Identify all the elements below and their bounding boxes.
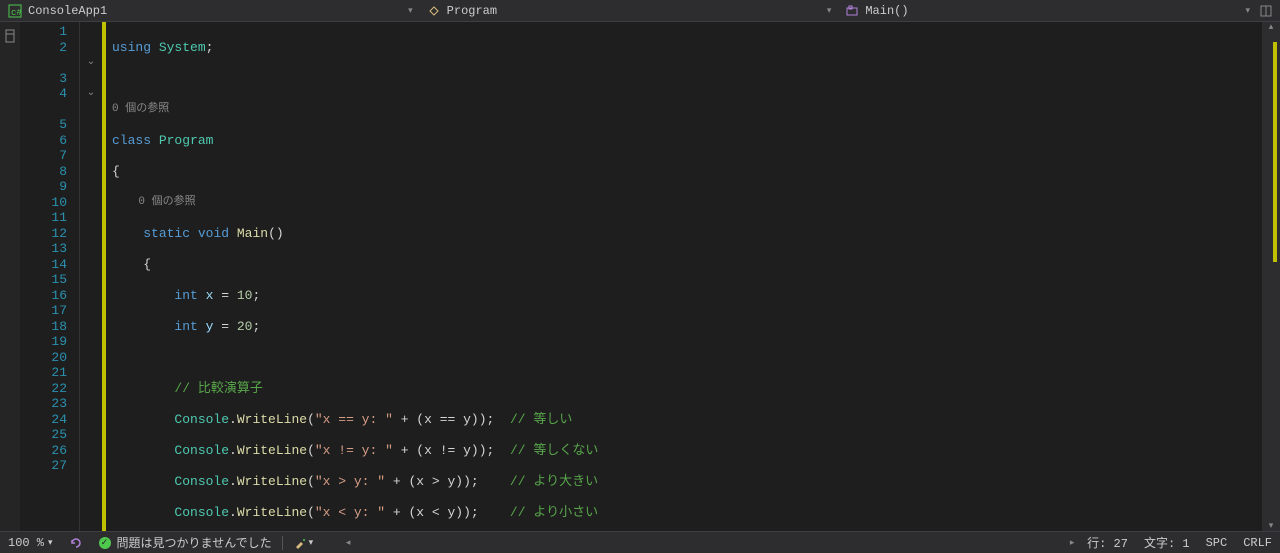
line-number: 17 [20, 303, 79, 319]
line-number-gutter: 1234567891011121314151617181920212223242… [20, 22, 80, 531]
class-icon [427, 4, 441, 18]
line-number: 10 [20, 195, 79, 211]
brush-icon[interactable]: ▾ [285, 532, 322, 553]
line-ending[interactable]: CRLF [1235, 532, 1280, 553]
breadcrumb-dropdown-icon[interactable]: ▾ [1239, 6, 1256, 16]
line-number: 4 [20, 86, 79, 102]
code-editor[interactable]: using System; 0 個の参照 class Program { 0 個… [106, 22, 1262, 531]
line-number: 9 [20, 179, 79, 195]
breadcrumb-method[interactable]: Main() [837, 0, 1239, 21]
line-number: 27 [20, 458, 79, 474]
line-number: 24 [20, 412, 79, 428]
error-status[interactable]: ✓ 問題は見つかりませんでした [91, 532, 280, 553]
scroll-down-icon[interactable]: ▾ [1262, 521, 1280, 531]
status-bar: 100 % ▾ ✓ 問題は見つかりませんでした ▾ ◂ ▸ 行: 27 文字: … [0, 531, 1280, 553]
line-number: 25 [20, 427, 79, 443]
breadcrumb-method-label: Main() [865, 4, 908, 18]
line-number: 15 [20, 272, 79, 288]
line-number [20, 102, 79, 118]
scroll-up-icon[interactable]: ▴ [1262, 22, 1280, 32]
line-number: 1 [20, 24, 79, 40]
line-number: 18 [20, 319, 79, 335]
line-number: 14 [20, 257, 79, 273]
breadcrumb-project[interactable]: c# ConsoleApp1 [0, 0, 402, 21]
line-number: 11 [20, 210, 79, 226]
line-number: 8 [20, 164, 79, 180]
line-number: 6 [20, 133, 79, 149]
line-number: 13 [20, 241, 79, 257]
line-number: 5 [20, 117, 79, 133]
cursor-line[interactable]: 行: 27 [1079, 532, 1136, 553]
csharp-project-icon: c# [8, 4, 22, 18]
breadcrumb-dropdown-icon[interactable]: ▾ [402, 6, 419, 16]
scrollbar-vertical[interactable]: ▴ ▾ [1262, 22, 1280, 531]
editor-main: 1234567891011121314151617181920212223242… [0, 22, 1280, 531]
breadcrumb-class-label: Program [447, 4, 497, 18]
fold-toggle-icon[interactable]: ⌄ [80, 55, 102, 71]
codelens-references[interactable]: 0 個の参照 [112, 102, 1262, 118]
split-window-icon[interactable] [1256, 5, 1276, 17]
zoom-level[interactable]: 100 % ▾ [0, 532, 61, 553]
left-tool-strip [0, 22, 20, 531]
line-number: 26 [20, 443, 79, 459]
line-number: 19 [20, 334, 79, 350]
method-icon [845, 4, 859, 18]
cursor-char[interactable]: 文字: 1 [1136, 532, 1198, 553]
line-number: 20 [20, 350, 79, 366]
svg-text:c#: c# [11, 8, 22, 18]
fold-toggle-icon[interactable]: ⌄ [80, 86, 102, 102]
line-number: 21 [20, 365, 79, 381]
indent-mode[interactable]: SPC [1198, 532, 1236, 553]
breadcrumb-dropdown-icon[interactable]: ▾ [821, 6, 838, 16]
line-number: 2 [20, 40, 79, 56]
track-changes-icon[interactable] [2, 28, 18, 44]
line-number: 16 [20, 288, 79, 304]
check-icon: ✓ [99, 537, 111, 549]
codelens-references[interactable]: 0 個の参照 [112, 195, 1262, 211]
line-number: 7 [20, 148, 79, 164]
line-number: 3 [20, 71, 79, 87]
line-number: 23 [20, 396, 79, 412]
breadcrumb-bar: c# ConsoleApp1 ▾ Program ▾ Main() ▾ [0, 0, 1280, 22]
scroll-left-icon[interactable]: ◂ [341, 538, 355, 548]
breadcrumb-class[interactable]: Program [419, 0, 821, 21]
line-number [20, 55, 79, 71]
scrollbar-thumb[interactable] [1273, 42, 1277, 262]
breadcrumb-project-label: ConsoleApp1 [28, 4, 107, 18]
fold-column: ⌄ ⌄ [80, 22, 102, 531]
scroll-right-icon[interactable]: ▸ [1065, 538, 1079, 548]
line-number: 22 [20, 381, 79, 397]
refresh-icon[interactable] [61, 532, 91, 553]
line-number: 12 [20, 226, 79, 242]
